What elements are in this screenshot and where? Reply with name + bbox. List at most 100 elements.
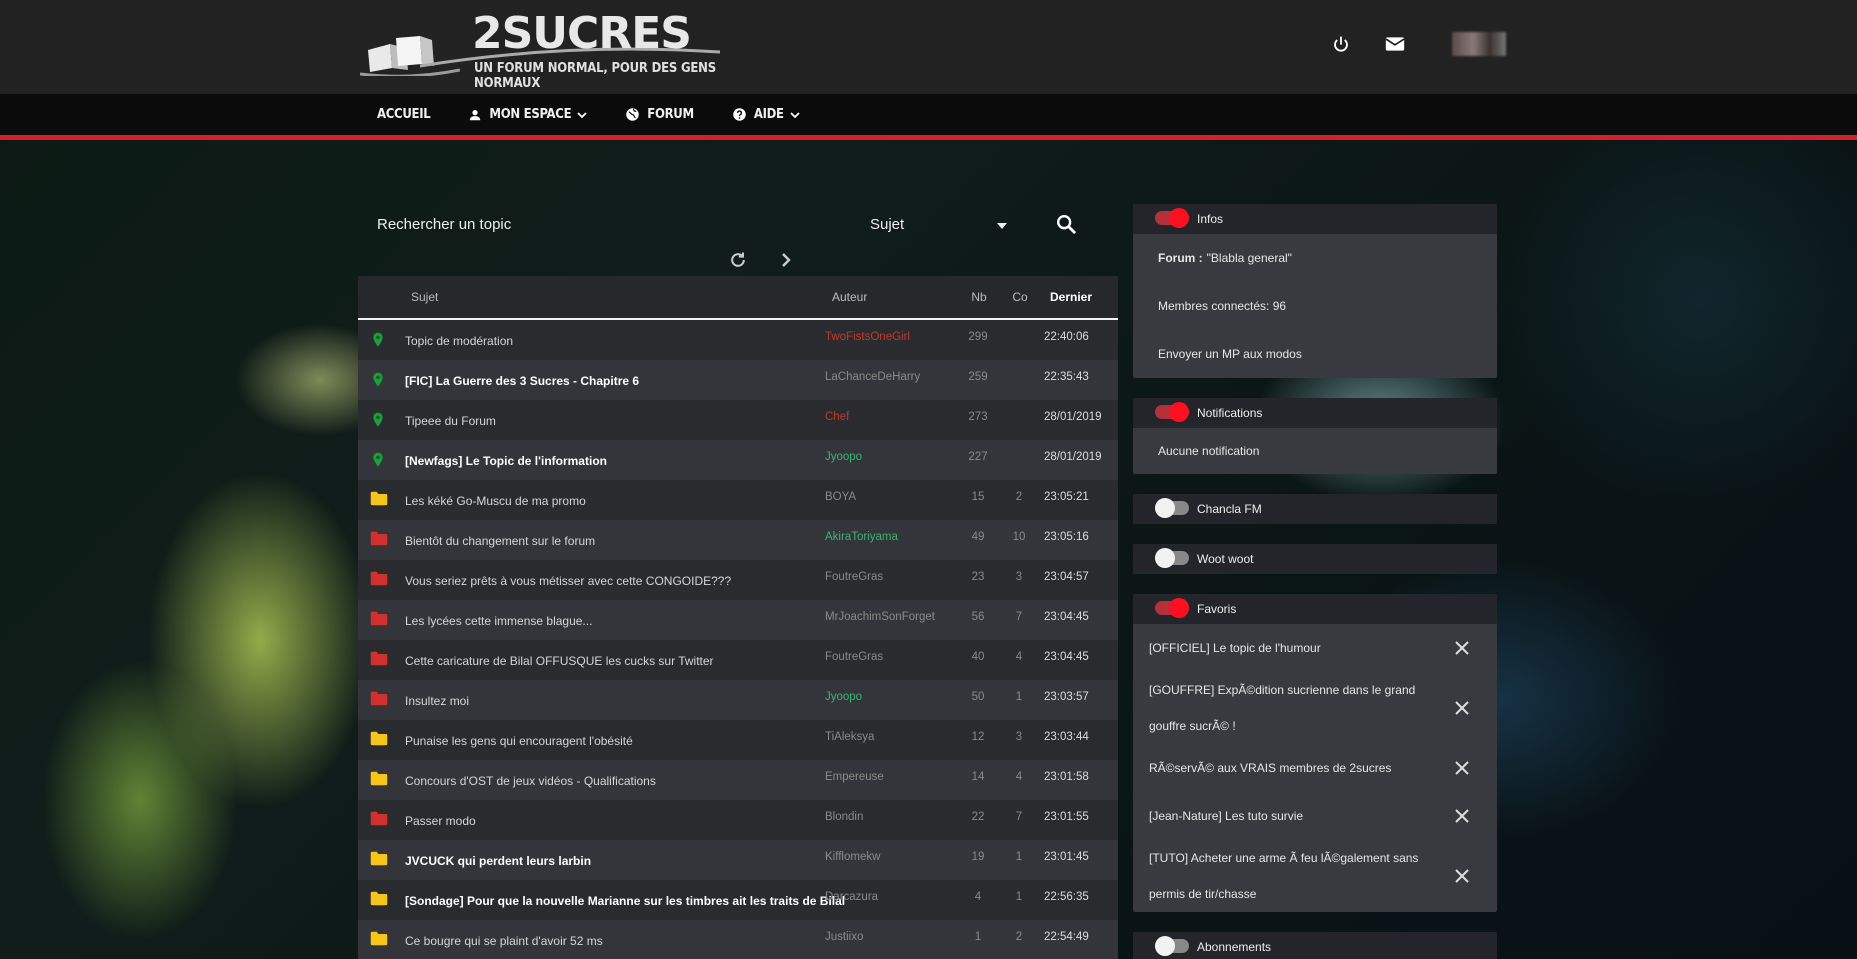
topic-subject[interactable]: Topic de modération [405, 334, 513, 348]
topic-subject[interactable]: Passer modo [405, 814, 476, 828]
topic-author[interactable]: LaChanceDeHarry [825, 371, 920, 383]
favori-item[interactable]: [TUTO] Acheter une arme Ã feu lÃ©galemen… [1133, 840, 1497, 912]
table-row[interactable]: [Sondage] Pour que la nouvelle Marianne … [358, 880, 1118, 920]
topic-subject[interactable]: Ce bougre qui se plaint d'avoir 52 ms [405, 934, 603, 948]
topic-nb: 12 [971, 731, 985, 743]
nav-aide[interactable]: AIDE [732, 107, 800, 122]
search-bar: Rechercher un topic Sujet [358, 204, 1118, 248]
table-row[interactable]: Punaise les gens qui encouragent l'obési… [358, 720, 1118, 760]
topic-author[interactable]: MrJoachimSonForget [825, 611, 935, 623]
topic-author[interactable]: Empereuse [825, 771, 884, 783]
topic-author[interactable]: FoutreGras [825, 571, 883, 583]
topic-author[interactable]: Darcazura [825, 891, 878, 903]
nav-mon-espace[interactable]: MON ESPACE [468, 107, 587, 122]
table-row[interactable]: Topic de modération TwoFistsOneGirl 299 22:… [358, 320, 1118, 360]
topic-author[interactable]: Blondin [825, 811, 863, 823]
topic-subject[interactable]: Vous seriez prêts à vous métisser avec c… [405, 574, 731, 588]
search-type-select[interactable]: Sujet [870, 216, 904, 233]
topic-last-post: 22:56:35 [1044, 891, 1089, 903]
topic-co: 2 [1015, 931, 1023, 943]
topic-last-post: 22:35:43 [1044, 371, 1089, 383]
topic-author[interactable]: FoutreGras [825, 651, 883, 663]
woot-toggle[interactable] [1155, 548, 1189, 568]
table-row[interactable]: [Newfags] Le Topic de l'information Jyoop… [358, 440, 1118, 480]
topic-author[interactable]: TiAleksya [825, 731, 874, 743]
site-logo[interactable]: 2SUCRES UN FORUM NORMAL, POUR DES GENS N… [360, 6, 720, 91]
col-subject[interactable]: Sujet [411, 290, 438, 304]
col-author[interactable]: Auteur [832, 290, 867, 304]
topic-subject[interactable]: [FIC] La Guerre des 3 Sucres - Chapitre … [405, 374, 639, 388]
search-icon[interactable] [1055, 213, 1077, 235]
favori-title[interactable]: [Jean-Nature] Les tuto survie [1149, 798, 1303, 834]
topic-subject[interactable]: Concours d'OST de jeux vidéos - Qualific… [405, 774, 656, 788]
nav-accueil[interactable]: ACCUEIL [377, 107, 431, 122]
col-co[interactable]: Co [1005, 290, 1035, 304]
search-input[interactable]: Rechercher un topic [377, 216, 511, 233]
table-row[interactable]: Insultez moi Jyoopo 50 1 23:03:57 [358, 680, 1118, 720]
topic-subject[interactable]: Bientôt du changement sur le forum [405, 534, 595, 548]
table-row[interactable]: Ce bougre qui se plaint d'avoir 52 ms Jus… [358, 920, 1118, 959]
topic-subject[interactable]: Punaise les gens qui encouragent l'obési… [405, 734, 633, 748]
topic-subject[interactable]: Les lycées cette immense blague... [405, 614, 592, 628]
logout-power-icon[interactable] [1330, 33, 1352, 55]
topic-author[interactable]: Kifflomekw [825, 851, 880, 863]
topic-author[interactable]: Jyoopo [825, 691, 862, 703]
close-icon[interactable] [1453, 759, 1471, 777]
mail-icon[interactable] [1384, 33, 1406, 55]
table-row[interactable]: JVCUCK qui perdent leurs larbin Kifflomek… [358, 840, 1118, 880]
topic-subject[interactable]: Insultez moi [405, 694, 469, 708]
favori-title[interactable]: [OFFICIEL] Le topic de l'humour [1149, 630, 1321, 666]
table-row[interactable]: Les kéké Go-Muscu de ma promo BOYA 15 2 23:0… [358, 480, 1118, 520]
close-icon[interactable] [1453, 639, 1471, 657]
table-row[interactable]: Cette caricature de Bilal OFFUSQUE les c… [358, 640, 1118, 680]
topic-subject[interactable]: Tipeee du Forum [405, 414, 496, 428]
favori-title[interactable]: [GOUFFRE] ExpÃ©dition sucrienne dans le … [1149, 672, 1437, 744]
caret-down-icon[interactable] [996, 222, 1008, 230]
chancla-toggle[interactable] [1155, 498, 1189, 518]
topic-subject[interactable]: [Newfags] Le Topic de l'information [405, 454, 607, 468]
col-nb[interactable]: Nb [964, 290, 994, 304]
favori-item[interactable]: [Jean-Nature] Les tuto survie [1133, 792, 1497, 840]
close-icon[interactable] [1453, 699, 1471, 717]
col-last[interactable]: Dernier [1050, 290, 1092, 304]
table-row[interactable]: [FIC] La Guerre des 3 Sucres - Chapitre … [358, 360, 1118, 400]
favori-item[interactable]: RÃ©servÃ© aux VRAIS membres de 2sucres [1133, 744, 1497, 792]
topic-author[interactable]: AkiraToriyama [825, 531, 898, 543]
topic-subject[interactable]: Les kéké Go-Muscu de ma promo [405, 494, 586, 508]
chevron-down-icon [790, 111, 800, 118]
chevron-down-icon [577, 111, 587, 118]
topic-subject[interactable]: Cette caricature de Bilal OFFUSQUE les c… [405, 654, 714, 668]
send-mp-modos-link[interactable]: Envoyer un MP aux modos [1133, 330, 1497, 378]
topic-author[interactable]: Justiixo [825, 931, 863, 943]
abonnements-toggle[interactable] [1155, 936, 1189, 956]
favoris-toggle[interactable] [1155, 598, 1189, 618]
favori-title[interactable]: [TUTO] Acheter une arme Ã feu lÃ©galemen… [1149, 840, 1437, 912]
table-row[interactable]: Bientôt du changement sur le forum AkiraT… [358, 520, 1118, 560]
refresh-icon[interactable] [728, 250, 748, 270]
close-icon[interactable] [1453, 807, 1471, 825]
topic-author[interactable]: Jyoopo [825, 451, 862, 463]
infos-toggle[interactable] [1155, 208, 1189, 228]
topic-author[interactable]: TwoFistsOneGirl [825, 331, 910, 343]
table-row[interactable]: Passer modo Blondin 22 7 23:01:55 [358, 800, 1118, 840]
close-icon[interactable] [1453, 867, 1471, 885]
topic-author[interactable]: Chef [825, 411, 849, 423]
table-row[interactable]: Vous seriez prêts à vous métisser avec c… [358, 560, 1118, 600]
folder-icon [370, 531, 388, 549]
topic-last-post: 28/01/2019 [1044, 451, 1102, 463]
main-navbar: ACCUEIL MON ESPACE FORUM AIDE [0, 94, 1857, 140]
user-avatar[interactable] [1452, 32, 1506, 56]
nav-forum[interactable]: FORUM [625, 107, 694, 122]
table-row[interactable]: Les lycées cette immense blague... MrJoac… [358, 600, 1118, 640]
topic-nb: 56 [971, 611, 985, 623]
table-row[interactable]: Concours d'OST de jeux vidéos - Qualific… [358, 760, 1118, 800]
favori-title[interactable]: RÃ©servÃ© aux VRAIS membres de 2sucres [1149, 750, 1391, 786]
chevron-right-icon[interactable] [780, 252, 792, 268]
topic-author[interactable]: BOYA [825, 491, 856, 503]
notifications-toggle[interactable] [1155, 402, 1189, 422]
topic-subject[interactable]: JVCUCK qui perdent leurs larbin [405, 854, 591, 868]
topic-subject[interactable]: [Sondage] Pour que la nouvelle Marianne … [405, 894, 845, 908]
favori-item[interactable]: [OFFICIEL] Le topic de l'humour [1133, 624, 1497, 672]
favori-item[interactable]: [GOUFFRE] ExpÃ©dition sucrienne dans le … [1133, 672, 1497, 744]
table-row[interactable]: Tipeee du Forum Chef 273 28/01/2019 [358, 400, 1118, 440]
